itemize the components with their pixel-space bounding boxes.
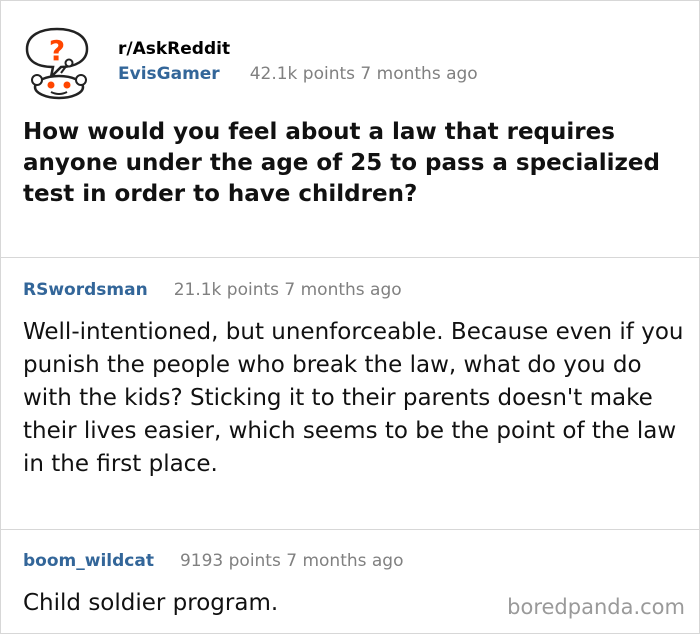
- post-meta: EvisGamer 42.1k points 7 months ago: [118, 64, 478, 84]
- watermark-text: boredpanda.com: [507, 595, 685, 619]
- comment: RSwordsman 21.1k points 7 months ago Well…: [1, 258, 699, 530]
- comment-author[interactable]: RSwordsman: [23, 280, 148, 300]
- post-author[interactable]: EvisGamer: [118, 64, 220, 84]
- comment-body: Well-intentioned, but unenforceable. Bec…: [23, 319, 684, 477]
- post-title: How would you feel about a law that requ…: [23, 119, 660, 207]
- reddit-askreddit-logo-icon: ?: [21, 25, 97, 101]
- comment-author[interactable]: boom_wildcat: [23, 551, 154, 571]
- comment-meta: RSwordsman 21.1k points 7 months ago: [23, 280, 402, 300]
- subreddit-name[interactable]: r/AskReddit: [118, 39, 230, 59]
- comment: boom_wildcat 9193 points 7 months ago Chi…: [1, 530, 699, 633]
- comment-meta: boom_wildcat 9193 points 7 months ago: [23, 551, 404, 571]
- comment-points-time: 21.1k points 7 months ago: [173, 280, 402, 300]
- comment-points-time: 9193 points 7 months ago: [179, 551, 404, 571]
- post-card: ? r/AskReddit EvisGamer 42.1k points 7 mo…: [0, 0, 700, 634]
- post-header: ? r/AskReddit EvisGamer 42.1k points 7 mo…: [1, 1, 699, 258]
- svg-text:?: ?: [49, 34, 65, 67]
- post-points-time: 42.1k points 7 months ago: [249, 64, 478, 84]
